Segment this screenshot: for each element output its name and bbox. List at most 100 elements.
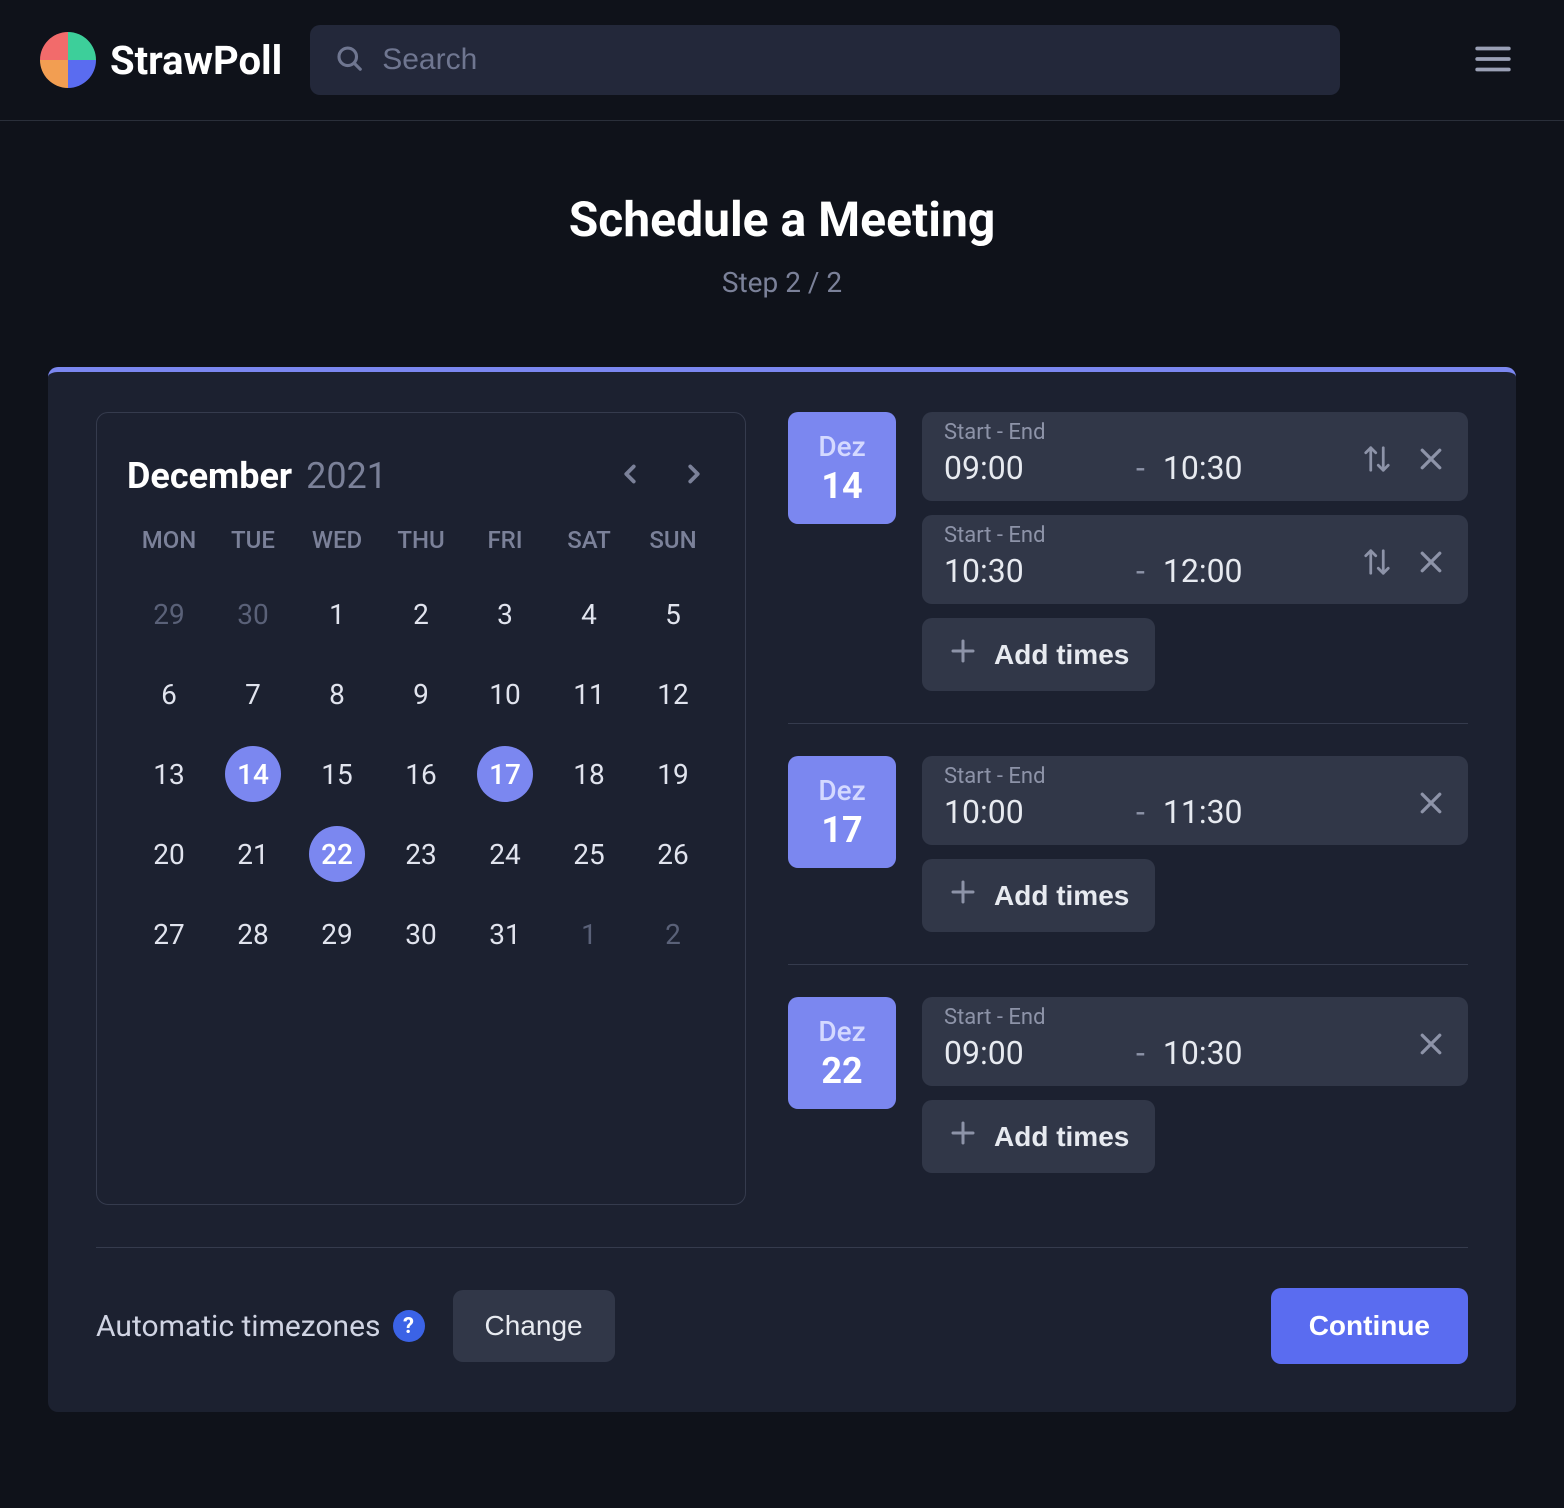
remove-slot-button[interactable] <box>1412 784 1450 825</box>
calendar-day[interactable]: 14 <box>211 744 295 804</box>
add-times-button[interactable]: Add times <box>922 1100 1155 1173</box>
slot-start-time[interactable]: 10:00 <box>944 793 1136 831</box>
plus-icon <box>948 1118 978 1155</box>
calendar-day[interactable]: 20 <box>127 824 211 884</box>
slot-end-time[interactable]: 12:00 <box>1163 552 1243 590</box>
close-icon <box>1416 1047 1446 1062</box>
calendar-day[interactable]: 8 <box>295 664 379 724</box>
card-footer: Automatic timezones ? Change Continue <box>96 1247 1468 1364</box>
close-icon <box>1416 462 1446 477</box>
calendar-day[interactable]: 5 <box>631 584 715 644</box>
calendar-dow: WED <box>295 526 379 564</box>
calendar-dow: TUE <box>211 526 295 564</box>
time-slot: Start - End10:00-11:30 <box>922 756 1468 845</box>
date-pill-day: 14 <box>821 465 862 507</box>
calendar-day[interactable]: 9 <box>379 664 463 724</box>
calendar-day[interactable]: 16 <box>379 744 463 804</box>
plus-icon <box>948 877 978 914</box>
slot-end-time[interactable]: 10:30 <box>1163 1034 1243 1072</box>
remove-slot-button[interactable] <box>1412 1025 1450 1066</box>
slot-end-time[interactable]: 10:30 <box>1163 449 1243 487</box>
help-icon[interactable]: ? <box>393 1310 425 1342</box>
calendar-day[interactable]: 28 <box>211 904 295 964</box>
date-pill: Dez22 <box>788 997 896 1109</box>
calendar-day[interactable]: 21 <box>211 824 295 884</box>
close-icon <box>1416 806 1446 821</box>
date-pill-month: Dez <box>818 430 865 463</box>
slot-label: Start - End <box>944 420 1136 445</box>
slot-start-time[interactable]: 09:00 <box>944 1034 1136 1072</box>
calendar-dow: MON <box>127 526 211 564</box>
calendar-prev-button[interactable] <box>609 453 651 498</box>
calendar-day[interactable]: 24 <box>463 824 547 884</box>
calendar-day[interactable]: 29 <box>295 904 379 964</box>
search-icon <box>334 43 364 77</box>
search-box[interactable] <box>310 25 1340 95</box>
calendar-day[interactable]: 10 <box>463 664 547 724</box>
date-pill-day: 17 <box>821 809 862 851</box>
date-pill-month: Dez <box>818 774 865 807</box>
calendar-day[interactable]: 1 <box>295 584 379 644</box>
search-input[interactable] <box>382 43 1316 77</box>
calendar-month: December <box>127 455 292 497</box>
slot-label: Start - End <box>944 523 1136 548</box>
calendar-day[interactable]: 31 <box>463 904 547 964</box>
change-timezone-button[interactable]: Change <box>453 1290 615 1362</box>
date-block: Dez22 Start - End09:00-10:30 Add times <box>788 964 1468 1205</box>
calendar-day[interactable]: 30 <box>379 904 463 964</box>
calendar-day[interactable]: 2 <box>379 584 463 644</box>
calendar-day[interactable]: 18 <box>547 744 631 804</box>
logo[interactable]: StrawPoll <box>40 32 282 88</box>
slot-start-time[interactable]: 09:00 <box>944 449 1136 487</box>
continue-button[interactable]: Continue <box>1271 1288 1468 1364</box>
add-times-button[interactable]: Add times <box>922 618 1155 691</box>
chevron-right-icon <box>679 477 709 492</box>
calendar-day[interactable]: 30 <box>211 584 295 644</box>
calendar-next-button[interactable] <box>673 453 715 498</box>
plus-icon <box>948 636 978 673</box>
repeat-slot-button[interactable] <box>1358 543 1396 584</box>
slot-start-time[interactable]: 10:30 <box>944 552 1136 590</box>
calendar-day[interactable]: 12 <box>631 664 715 724</box>
calendar-day[interactable]: 1 <box>547 904 631 964</box>
remove-slot-button[interactable] <box>1412 440 1450 481</box>
calendar-day[interactable]: 29 <box>127 584 211 644</box>
remove-slot-button[interactable] <box>1412 543 1450 584</box>
calendar-day[interactable]: 19 <box>631 744 715 804</box>
menu-button[interactable] <box>1462 28 1524 93</box>
swap-icon <box>1362 565 1392 580</box>
calendar-day[interactable]: 26 <box>631 824 715 884</box>
time-slot: Start - End09:00-10:30 <box>922 412 1468 501</box>
calendar-dow: THU <box>379 526 463 564</box>
calendar-day[interactable]: 6 <box>127 664 211 724</box>
calendar-day[interactable]: 4 <box>547 584 631 644</box>
date-pill-day: 22 <box>821 1050 862 1092</box>
page-title: Schedule a Meeting <box>48 191 1516 248</box>
slot-end-time[interactable]: 11:30 <box>1163 793 1243 831</box>
calendar-day[interactable]: 3 <box>463 584 547 644</box>
date-block: Dez17 Start - End10:00-11:30 Add times <box>788 723 1468 964</box>
calendar-day[interactable]: 7 <box>211 664 295 724</box>
repeat-slot-button[interactable] <box>1358 440 1396 481</box>
main-card: December 2021 <box>48 367 1516 1412</box>
calendar: December 2021 <box>96 412 746 1205</box>
date-pill: Dez14 <box>788 412 896 524</box>
calendar-day[interactable]: 13 <box>127 744 211 804</box>
calendar-day[interactable]: 17 <box>463 744 547 804</box>
time-slot: Start - End09:00-10:30 <box>922 997 1468 1086</box>
calendar-day[interactable]: 15 <box>295 744 379 804</box>
close-icon <box>1416 565 1446 580</box>
app-header: StrawPoll <box>0 0 1564 121</box>
calendar-dow: SUN <box>631 526 715 564</box>
hamburger-icon <box>1472 68 1514 83</box>
calendar-day[interactable]: 25 <box>547 824 631 884</box>
swap-icon <box>1362 462 1392 477</box>
chevron-left-icon <box>615 477 645 492</box>
calendar-day[interactable]: 22 <box>295 824 379 884</box>
calendar-day[interactable]: 23 <box>379 824 463 884</box>
add-times-button[interactable]: Add times <box>922 859 1155 932</box>
calendar-day[interactable]: 2 <box>631 904 715 964</box>
calendar-day[interactable]: 11 <box>547 664 631 724</box>
date-block: Dez14Start - End09:00-10:30Start - End10… <box>788 412 1468 723</box>
calendar-day[interactable]: 27 <box>127 904 211 964</box>
